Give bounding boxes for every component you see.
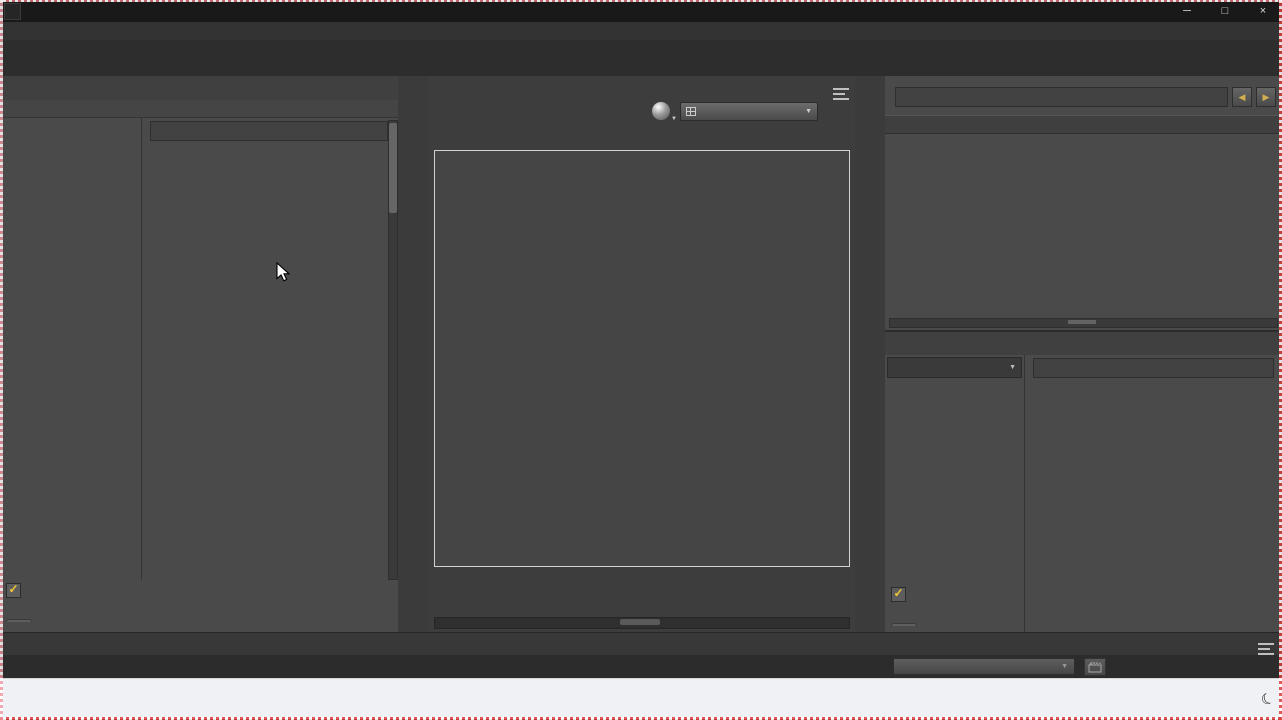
viewport-tabs bbox=[428, 76, 855, 100]
draw-style-icon[interactable]: ▼ bbox=[652, 102, 670, 120]
camera-selector[interactable]: ▼ bbox=[680, 102, 818, 121]
night-light-icon[interactable]: ☾ bbox=[1257, 688, 1277, 710]
pp-tips-tab[interactable] bbox=[891, 623, 917, 626]
maximize-button[interactable]: □ bbox=[1206, 5, 1244, 17]
timeline-bar bbox=[0, 632, 1282, 656]
surface-parameters bbox=[142, 118, 398, 580]
scene-filter-input[interactable] bbox=[895, 87, 1228, 107]
taskbar: ☾ bbox=[0, 678, 1282, 719]
surfaces-panel-tabs bbox=[0, 76, 398, 100]
menubar bbox=[0, 22, 1282, 40]
scene-and-parameters-panel: ◀ ▶ ▼ ✓ bbox=[885, 76, 1282, 632]
scene-forward-button[interactable]: ▶ bbox=[1256, 87, 1276, 107]
left-dock-strip bbox=[398, 76, 428, 632]
right-dock-strip bbox=[855, 76, 885, 632]
parameters-filter-input[interactable] bbox=[1033, 358, 1274, 378]
scene-back-button[interactable]: ◀ bbox=[1232, 87, 1252, 107]
camera-view-icon bbox=[686, 107, 696, 116]
app-logo-icon bbox=[4, 3, 21, 20]
timeline-options-icon[interactable] bbox=[1258, 643, 1274, 655]
scene-scrollbar[interactable] bbox=[889, 318, 1278, 328]
viewport-area: ▼ ▼ bbox=[428, 76, 855, 632]
params-scrollbar[interactable] bbox=[388, 120, 398, 580]
pp-show-sub-items-checkbox[interactable]: ✓ bbox=[891, 587, 906, 602]
surface-filter-input[interactable] bbox=[150, 121, 388, 141]
surfaces-panel: ✓ bbox=[0, 76, 398, 632]
viewport-scrollbar[interactable] bbox=[434, 617, 850, 629]
tips-tab[interactable] bbox=[6, 619, 32, 622]
close-button[interactable]: × bbox=[1244, 5, 1282, 17]
parameters-panel: ▼ ✓ bbox=[885, 330, 1282, 632]
show-sub-items-checkbox[interactable]: ✓ bbox=[6, 583, 21, 598]
mouse-cursor bbox=[276, 262, 293, 284]
titlebar: ─ □ × bbox=[0, 0, 1282, 22]
lesson-bar: ▼ bbox=[0, 655, 1282, 678]
scene-columns-header bbox=[885, 115, 1282, 134]
shader-label bbox=[0, 100, 398, 118]
toolbar bbox=[0, 40, 1282, 76]
node-selector-dropdown[interactable]: ▼ bbox=[887, 357, 1022, 378]
surface-tree bbox=[0, 118, 142, 580]
lesson-selector[interactable]: ▼ bbox=[893, 658, 1075, 675]
viewport-3d-view[interactable] bbox=[434, 150, 850, 567]
clapperboard-icon[interactable] bbox=[1084, 658, 1106, 676]
parameters-tabs bbox=[885, 332, 1282, 355]
viewport-options-icon[interactable] bbox=[833, 88, 849, 100]
minimize-button[interactable]: ─ bbox=[1168, 5, 1206, 17]
